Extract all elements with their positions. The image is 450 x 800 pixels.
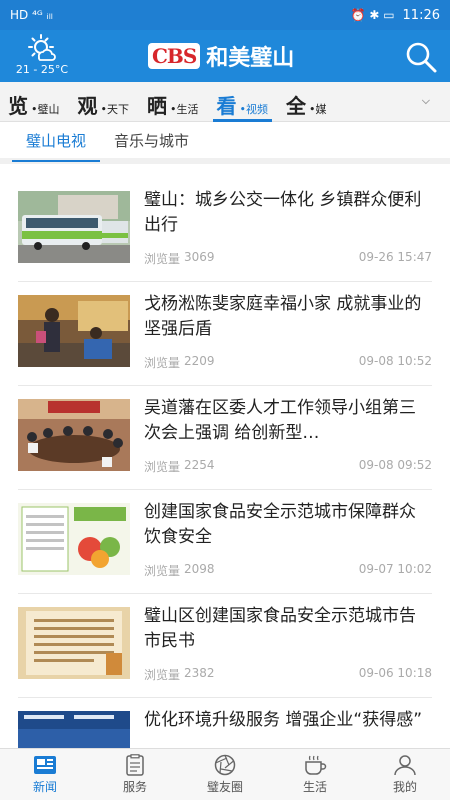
subtab-bishan-tv[interactable]: 璧山电视: [12, 122, 101, 162]
temperature: 21 - 25°C: [15, 63, 69, 76]
news-title: 吴道藩在区委人才工作领导小组第三次会上强调 给创新型…: [144, 398, 416, 443]
brand-logo: CBS 和美璧山: [148, 40, 294, 72]
status-right: ⏰ ✱ ▭ 11:26: [351, 8, 440, 23]
aperture-icon: [214, 754, 236, 776]
view-count: 浏览量 3069: [144, 250, 215, 267]
tab-label: 璧友圈: [206, 780, 243, 794]
news-thumbnail-service-hall: [18, 711, 130, 748]
tab-label: 新闻: [32, 780, 57, 794]
chevron-down-icon[interactable]: [420, 94, 450, 110]
channel-tab-bishan[interactable]: 览 •璧山: [0, 82, 70, 122]
channel-label-big: 全: [286, 93, 306, 118]
view-count: 浏览量 2254: [144, 458, 215, 475]
news-item[interactable]: 璧山区创建国家食品安全示范城市告市民书 浏览量 2382 09-06 10:18: [18, 594, 432, 698]
weather-widget[interactable]: 21 - 25°C: [12, 34, 72, 76]
channel-label-small: •视频: [239, 102, 269, 116]
news-title: 璧山：城乡公交一体化 乡镇群众便利出行: [144, 190, 422, 235]
view-count-value: 2209: [184, 354, 215, 368]
system-icons: ⏰ ✱ ▭: [350, 8, 395, 22]
tab-mine[interactable]: 我的: [360, 749, 450, 800]
view-count-value: 3069: [184, 250, 215, 264]
tab-friends-circle[interactable]: 璧友圈: [180, 749, 270, 800]
status-left: HD ⁴ᴳ ᵢₗₗ: [10, 8, 53, 22]
news-item[interactable]: 创建国家食品安全示范城市保障群众饮食安全 浏览量 2098 09-07 10:02: [18, 490, 432, 594]
news-title: 优化环境升级服务 增强企业“获得感”: [144, 710, 423, 730]
service-icon: [126, 754, 144, 776]
view-count-label: 浏览量: [144, 564, 181, 578]
clock: 11:26: [402, 7, 440, 23]
tab-label: 我的: [392, 780, 417, 794]
view-count-value: 2254: [184, 458, 215, 472]
tab-service[interactable]: 服务: [90, 749, 180, 800]
tab-label: 服务: [122, 780, 147, 794]
channel-label-small: •媒: [309, 102, 327, 116]
channel-label-big: 看: [216, 93, 237, 118]
cup-icon: [305, 755, 327, 775]
view-count-label: 浏览量: [144, 668, 181, 682]
channel-label-small: •璧山: [31, 102, 60, 116]
cbs-logo: CBS: [148, 43, 201, 69]
news-icon: [34, 756, 56, 774]
news-meta: 浏览量 2098 09-07 10:02: [144, 562, 432, 579]
news-time: 09-08 10:52: [358, 354, 432, 368]
view-count-label: 浏览量: [144, 356, 181, 370]
news-time: 09-08 09:52: [358, 458, 432, 472]
tab-news[interactable]: 新闻: [0, 749, 90, 800]
channel-tab-media[interactable]: 全 •媒: [278, 82, 337, 122]
view-count: 浏览量 2382: [144, 666, 215, 683]
profile-icon: [394, 755, 416, 776]
channel-label-small: •生活: [170, 102, 199, 116]
news-item[interactable]: 优化环境升级服务 增强企业“获得感”: [18, 698, 432, 748]
channel-label-big: 晒: [147, 93, 167, 118]
news-thumbnail-bus: [18, 191, 130, 263]
sub-tabs: 璧山电视 音乐与城市: [0, 122, 450, 164]
news-time: 09-06 10:18: [358, 666, 432, 680]
news-title: 戈杨淞陈斐家庭幸福小家 成就事业的坚强后盾: [144, 294, 422, 339]
news-meta: 浏览量 3069 09-26 15:47: [144, 250, 432, 267]
news-meta: 浏览量 2254 09-08 09:52: [144, 458, 432, 475]
channel-tabs: 览 •璧山 观 •天下 晒 •生活 看 •视频 全 •媒: [0, 82, 450, 122]
bottom-tab-bar: 新闻 服务 璧友圈 生活 我的: [0, 748, 450, 800]
subtab-music-city[interactable]: 音乐与城市: [100, 122, 203, 158]
news-time: 09-07 10:02: [358, 562, 432, 576]
news-thumbnail-notice: [18, 607, 130, 679]
news-title: 璧山区创建国家食品安全示范城市告市民书: [144, 606, 416, 651]
view-count: 浏览量 2098: [144, 562, 215, 579]
channel-label-big: 观: [77, 93, 98, 118]
news-feed[interactable]: 璧山：城乡公交一体化 乡镇群众便利出行 浏览量 3069 09-26 15:47 …: [0, 168, 450, 748]
news-item[interactable]: 璧山：城乡公交一体化 乡镇群众便利出行 浏览量 3069 09-26 15:47: [18, 178, 432, 282]
news-thumbnail-family: [18, 295, 130, 367]
news-item[interactable]: 戈杨淞陈斐家庭幸福小家 成就事业的坚强后盾 浏览量 2209 09-08 10:5…: [18, 282, 432, 386]
view-count: 浏览量 2209: [144, 354, 215, 371]
news-title: 创建国家食品安全示范城市保障群众饮食安全: [144, 502, 416, 547]
news-thumbnail-food-poster: [18, 503, 130, 575]
news-item[interactable]: 吴道藩在区委人才工作领导小组第三次会上强调 给创新型… 浏览量 2254 09-0…: [18, 386, 432, 490]
news-meta: 浏览量 2382 09-06 10:18: [144, 666, 432, 683]
view-count-label: 浏览量: [144, 252, 181, 266]
view-count-value: 2098: [184, 562, 215, 576]
tab-life[interactable]: 生活: [270, 749, 360, 800]
search-icon[interactable]: [404, 40, 438, 74]
channel-label-small: •天下: [100, 102, 130, 116]
news-time: 09-26 15:47: [358, 250, 432, 264]
channel-tab-life[interactable]: 晒 •生活: [139, 82, 209, 122]
news-meta: 浏览量 2209 09-08 10:52: [144, 354, 432, 371]
channel-tab-video[interactable]: 看 •视频: [209, 82, 279, 122]
tab-label: 生活: [302, 780, 327, 794]
channel-label-big: 览: [8, 93, 28, 118]
signal-icons: HD ⁴ᴳ ᵢₗₗ: [10, 8, 53, 22]
channel-tab-world[interactable]: 观 •天下: [70, 82, 140, 122]
weather-sun-cloud-icon: [28, 34, 56, 61]
app-header: 21 - 25°C CBS 和美璧山: [0, 30, 450, 82]
view-count-value: 2382: [184, 666, 215, 680]
news-thumbnail-meeting: [18, 399, 130, 471]
view-count-label: 浏览量: [144, 460, 181, 474]
status-bar: HD ⁴ᴳ ᵢₗₗ ⏰ ✱ ▭ 11:26: [0, 0, 450, 30]
app-name: 和美璧山: [206, 45, 295, 71]
